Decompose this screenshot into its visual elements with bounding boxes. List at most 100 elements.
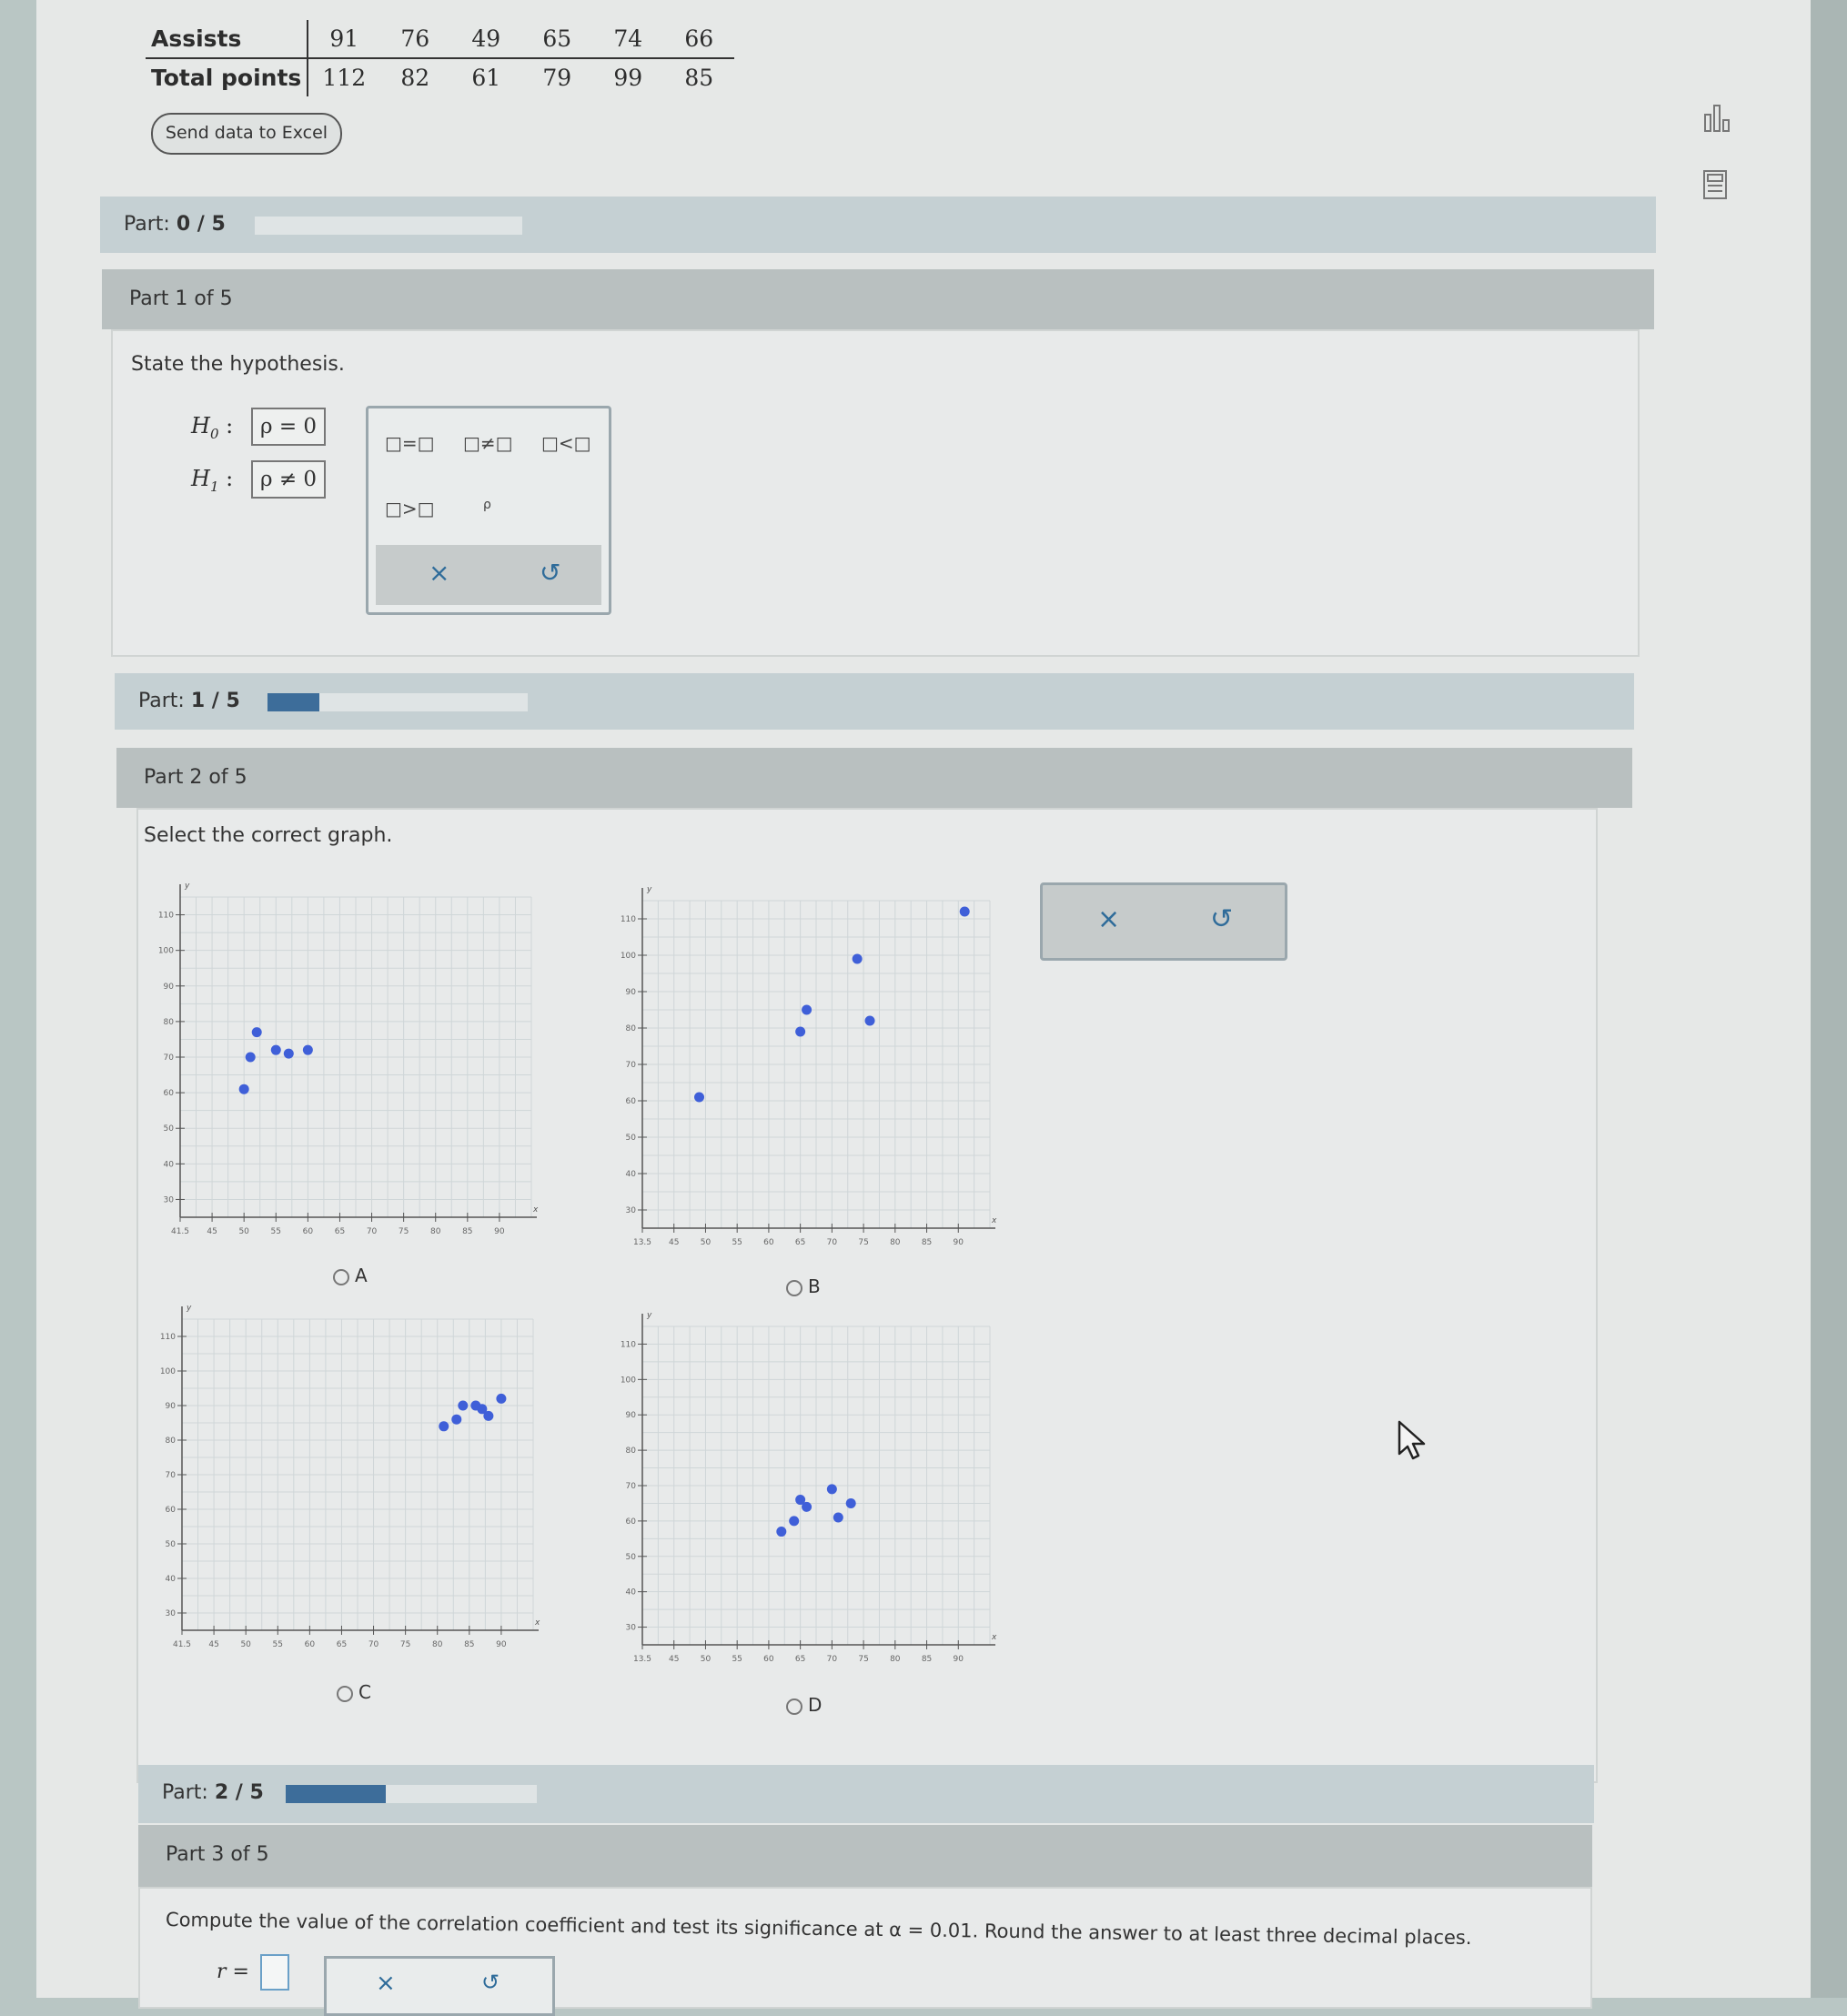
y-tick-label: 80 [166, 1436, 177, 1446]
x-tick-label: 65 [337, 1640, 347, 1649]
r-answer-input[interactable] [260, 1954, 289, 1991]
send-to-excel-button[interactable]: Send data to Excel [151, 113, 342, 155]
x-tick-label: 85 [462, 1227, 472, 1236]
greater-than-template-button[interactable]: □>□ [385, 498, 435, 519]
h0-answer-field[interactable]: ρ = 0 [251, 408, 327, 446]
x-tick-label: 60 [763, 1655, 774, 1664]
y-tick-label: 30 [164, 1195, 175, 1205]
x-tick-label: 41.5 [173, 1640, 191, 1649]
x-tick-label: 55 [732, 1655, 742, 1664]
bar-chart-icon[interactable] [1701, 102, 1734, 142]
data-point [694, 1092, 705, 1103]
data-point [251, 1027, 262, 1038]
y-tick-label: 50 [164, 1124, 175, 1134]
undo-icon[interactable]: ↺ [540, 558, 560, 588]
scatter-plot-b[interactable]: x y 13.5 45 50 55 60 65 70 75 80 85 90 30 40 50 60 70 80 90… [608, 873, 1008, 1270]
option-b-radio[interactable]: B [786, 1275, 821, 1297]
y-tick-label: 40 [626, 1588, 637, 1598]
part2-question: Select the correct graph. [144, 824, 393, 847]
progress-bar-part1: Part: 1 / 5 [115, 673, 1634, 730]
data-point [845, 1497, 856, 1508]
part3-title: Part 3 of 5 [166, 1843, 269, 1866]
calculator-icon[interactable] [1701, 169, 1729, 207]
clear-icon[interactable]: × [376, 1970, 396, 1997]
x-tick-label: 65 [795, 1655, 805, 1664]
part1-question: State the hypothesis. [131, 353, 345, 376]
less-than-template-button[interactable]: □<□ [541, 432, 591, 454]
radio-circle[interactable] [786, 1698, 802, 1715]
x-tick-label: 55 [732, 1238, 742, 1247]
part1-panel [111, 329, 1640, 657]
x-tick-label: 80 [890, 1238, 901, 1247]
progress-label: Part: 2 / 5 [162, 1781, 264, 1804]
data-point [789, 1516, 800, 1527]
y-tick-label: 100 [621, 1376, 636, 1385]
table-cell: 76 [400, 25, 430, 52]
data-point [864, 1015, 875, 1026]
x-tick-label: 50 [701, 1655, 712, 1664]
data-point [795, 1026, 806, 1037]
undo-icon[interactable]: ↺ [1210, 903, 1233, 935]
y-tick-label: 70 [164, 1053, 175, 1063]
x-axis-label: x [991, 1633, 997, 1642]
y-tick-label: 70 [626, 1482, 637, 1491]
radio-circle[interactable] [786, 1279, 802, 1296]
h1-letter: H [191, 466, 210, 491]
x-tick-label: 45 [207, 1227, 217, 1236]
radio-circle[interactable] [333, 1268, 349, 1285]
equals-template-button[interactable]: □=□ [385, 432, 435, 454]
y-tick-label: 60 [626, 1517, 637, 1527]
option-d-label: D [808, 1694, 823, 1716]
x-tick-label: 45 [669, 1655, 679, 1664]
not-equals-template-button[interactable]: □≠□ [463, 432, 513, 454]
h1-colon: : [226, 466, 234, 491]
clear-icon[interactable]: × [1097, 903, 1120, 935]
data-point [458, 1400, 469, 1411]
y-tick-label: 60 [166, 1506, 177, 1515]
x-axis-label: x [534, 1618, 540, 1628]
table-cell: 49 [471, 25, 501, 52]
y-tick-label: 80 [164, 1018, 175, 1027]
x-axis-label: x [991, 1216, 997, 1225]
y-tick-label: 50 [626, 1553, 637, 1562]
table-cell: 61 [471, 65, 501, 91]
scatter-plot-c[interactable]: x y 41.5 45 50 55 60 65 70 75 80 85 90 30 40 50 60 70 80 90… [147, 1292, 551, 1672]
x-tick-label: 70 [368, 1640, 379, 1649]
rho-button[interactable]: ρ [483, 498, 491, 512]
option-d-radio[interactable]: D [786, 1694, 822, 1716]
table-cell: 91 [329, 25, 359, 52]
x-tick-label: 50 [240, 1640, 251, 1649]
y-tick-label: 40 [164, 1160, 175, 1169]
data-table: Assists 91 76 49 65 74 66 Total points 1… [146, 20, 735, 96]
table-cell: 65 [542, 25, 572, 52]
scatter-plot-d[interactable]: x y 13.5 45 50 55 60 65 70 75 80 85 90 30 40 50 60 70 80 90… [608, 1299, 1008, 1687]
y-tick-label: 40 [166, 1575, 177, 1584]
table-cell: 74 [613, 25, 643, 52]
clear-icon[interactable]: × [429, 558, 449, 588]
scatter-plot-a[interactable]: x y 41.5 45 50 55 60 65 70 75 80 85 90 30 40 50 60 70 80 90… [146, 870, 550, 1259]
h0-label: H0 : [191, 413, 233, 442]
part2-title: Part 2 of 5 [144, 766, 247, 789]
option-a-radio[interactable]: A [333, 1265, 368, 1286]
x-tick-label: 13.5 [633, 1238, 651, 1247]
data-point [776, 1527, 787, 1537]
part3-header: Part 3 of 5 [138, 1825, 1592, 1887]
y-tick-label: 90 [626, 988, 637, 997]
graph-answer-controls: × ↺ [1040, 882, 1287, 961]
data-point [451, 1414, 462, 1425]
row-label-assists: Assists [146, 20, 309, 58]
h1-answer-field[interactable]: ρ ≠ 0 [251, 460, 327, 499]
x-tick-label: 70 [827, 1238, 838, 1247]
radio-circle[interactable] [337, 1685, 353, 1702]
y-tick-label: 40 [626, 1170, 637, 1179]
y-axis-label: y [646, 885, 652, 894]
option-b-label: B [808, 1275, 821, 1297]
option-c-radio[interactable]: C [337, 1681, 371, 1703]
progress-prefix: Part: [162, 1781, 215, 1804]
data-point [439, 1421, 449, 1432]
x-tick-label: 60 [303, 1227, 314, 1236]
undo-icon[interactable]: ↺ [481, 1970, 500, 1995]
progress-fill [267, 693, 320, 711]
progress-label: Part: 0 / 5 [124, 213, 226, 236]
mouse-cursor-icon [1398, 1420, 1426, 1460]
